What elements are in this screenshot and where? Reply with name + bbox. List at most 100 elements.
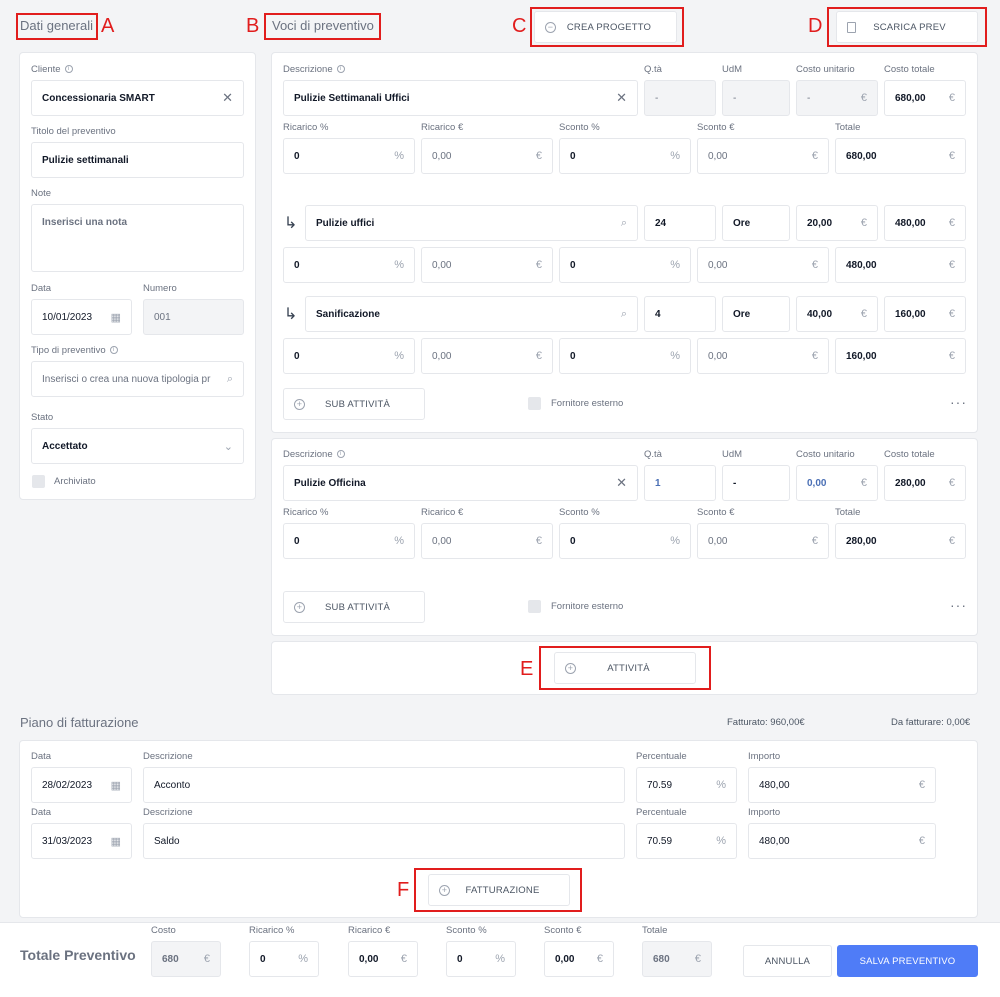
fornitore-esterno-checkbox[interactable]: [528, 397, 541, 410]
calendar-icon[interactable]: ▦: [111, 311, 121, 324]
close-icon[interactable]: ✕: [616, 90, 627, 106]
sub-sconto-pct-field[interactable]: 0%: [559, 247, 691, 283]
stato-select[interactable]: Accettato ⌄: [31, 428, 244, 464]
descrizione-field[interactable]: Pulizie Settimanali Uffici ✕: [283, 80, 638, 116]
footer-ricarico-eur-field[interactable]: 0,00 €: [348, 941, 418, 977]
search-icon: ⌕: [226, 372, 233, 385]
udm-field[interactable]: -: [722, 465, 790, 501]
footer-costo-label: Costo: [151, 925, 176, 936]
sub-descrizione-field[interactable]: Pulizie uffici ⌕: [305, 205, 638, 241]
totale-field[interactable]: 280,00 €: [835, 523, 966, 559]
costo-totale-label: Costo totale: [884, 64, 935, 75]
ricarico-eur-field[interactable]: 0,00 €: [421, 138, 553, 174]
costo-totale-label: Costo totale: [884, 449, 935, 460]
billing-percentuale-field[interactable]: 70.59%: [636, 823, 737, 859]
note-textarea[interactable]: Inserisci una nota: [31, 204, 244, 272]
note-label: Note: [31, 188, 52, 199]
annulla-button[interactable]: ANNULLA: [743, 945, 832, 977]
sub-costo-totale-field[interactable]: 160,00 €: [884, 296, 966, 332]
sub-totale-field[interactable]: 480,00 €: [835, 247, 966, 283]
footer-sconto-eur-field[interactable]: 0,00 €: [544, 941, 614, 977]
sconto-pct-field[interactable]: 0%: [559, 138, 691, 174]
annotation-letter-b: B: [246, 15, 260, 37]
fornitore-esterno-checkbox[interactable]: [528, 600, 541, 613]
archiviato-checkbox[interactable]: [32, 475, 45, 488]
data-field[interactable]: 10/01/2023 ▦: [31, 299, 132, 335]
sub-qta-field[interactable]: 4: [644, 296, 716, 332]
sub-totale-field[interactable]: 160,00 €: [835, 338, 966, 374]
totale-label: Totale: [835, 122, 861, 133]
more-icon[interactable]: ···: [950, 394, 967, 410]
billing-importo-label: Importo: [748, 751, 781, 762]
sub-costo-totale-field[interactable]: 480,00 €: [884, 205, 966, 241]
descrizione-label: Descrizione i: [283, 64, 345, 75]
annotation-letter-d: D: [808, 15, 823, 37]
descrizione-field[interactable]: Pulizie Officina ✕: [283, 465, 638, 501]
billing-descrizione-field[interactable]: Saldo: [143, 823, 625, 859]
sub-attivita-button[interactable]: + SUB ATTIVITÀ: [283, 591, 425, 623]
sub-ricarico-eur-field[interactable]: 0,00 €: [421, 338, 553, 374]
ricarico-eur-label: Ricarico €: [421, 122, 464, 133]
sub-arrow-icon: ↳: [284, 215, 298, 232]
footer-sconto-eur-label: Sconto €: [544, 925, 582, 936]
billing-importo-label: Importo: [748, 807, 781, 818]
close-icon[interactable]: ✕: [222, 90, 233, 106]
annotation-box-d: [827, 7, 987, 47]
footer-sconto-pct-field[interactable]: 0%: [446, 941, 516, 977]
billing-data-field[interactable]: 31/03/2023 ▦: [31, 823, 132, 859]
close-icon[interactable]: ✕: [616, 475, 627, 491]
billing-data-label: Data: [31, 807, 52, 818]
sconto-eur-field[interactable]: 0,00 €: [697, 523, 829, 559]
annotation-letter-c: C: [512, 15, 527, 37]
numero-field: 001: [143, 299, 244, 335]
ricarico-pct-field[interactable]: 0%: [283, 523, 415, 559]
cliente-field[interactable]: Concessionaria SMART ✕: [31, 80, 244, 116]
data-label: Data: [31, 283, 52, 294]
sub-ricarico-pct-field[interactable]: 0%: [283, 338, 415, 374]
sub-sconto-eur-field[interactable]: 0,00 €: [697, 338, 829, 374]
costo-unitario-field[interactable]: 0,00 €: [796, 465, 878, 501]
billing-percentuale-label: Percentuale: [636, 807, 687, 818]
billing-percentuale-field[interactable]: 70.59%: [636, 767, 737, 803]
sconto-eur-field[interactable]: 0,00 €: [697, 138, 829, 174]
annotation-letter-f: F: [397, 879, 410, 901]
sub-sconto-pct-field[interactable]: 0%: [559, 338, 691, 374]
ricarico-pct-label: Ricarico %: [283, 507, 329, 518]
sub-attivita-button[interactable]: + SUB ATTIVITÀ: [283, 388, 425, 420]
sconto-pct-label: Sconto %: [559, 507, 600, 518]
totale-field[interactable]: 680,00 €: [835, 138, 966, 174]
sub-descrizione-field[interactable]: Sanificazione ⌕: [305, 296, 638, 332]
sub-udm-field[interactable]: Ore: [722, 205, 790, 241]
calendar-icon[interactable]: ▦: [111, 835, 121, 848]
sconto-eur-label: Sconto €: [697, 122, 735, 133]
tipo-field[interactable]: Inserisci o crea una nuova tipologia pr ⌕: [31, 361, 244, 397]
salva-preventivo-button[interactable]: SALVA PREVENTIVO: [837, 945, 978, 977]
billing-descrizione-field[interactable]: Acconto: [143, 767, 625, 803]
costo-totale-field[interactable]: 280,00 €: [884, 465, 966, 501]
info-icon: i: [109, 346, 118, 355]
sub-sconto-eur-field[interactable]: 0,00 €: [697, 247, 829, 283]
plus-circle-icon: +: [294, 601, 305, 613]
sub-costo-unitario-field[interactable]: 40,00 €: [796, 296, 878, 332]
info-icon: i: [64, 65, 73, 74]
sub-ricarico-eur-field[interactable]: 0,00 €: [421, 247, 553, 283]
costo-totale-field[interactable]: 680,00 €: [884, 80, 966, 116]
sub-qta-field[interactable]: 24: [644, 205, 716, 241]
da-fatturare-text: Da fatturare: 0,00€: [891, 717, 971, 728]
billing-importo-field[interactable]: 480,00 €: [748, 767, 936, 803]
footer-totale-field: 680 €: [642, 941, 712, 977]
calendar-icon[interactable]: ▦: [111, 779, 121, 792]
footer-ricarico-pct-field[interactable]: 0%: [249, 941, 319, 977]
costo-unitario-label: Costo unitario: [796, 64, 855, 75]
qta-field[interactable]: 1: [644, 465, 716, 501]
more-icon[interactable]: ···: [950, 597, 967, 613]
ricarico-pct-field[interactable]: 0%: [283, 138, 415, 174]
sub-ricarico-pct-field[interactable]: 0%: [283, 247, 415, 283]
titolo-field[interactable]: Pulizie settimanali: [31, 142, 244, 178]
billing-data-field[interactable]: 28/02/2023 ▦: [31, 767, 132, 803]
sub-udm-field[interactable]: Ore: [722, 296, 790, 332]
ricarico-eur-field[interactable]: 0,00 €: [421, 523, 553, 559]
sub-costo-unitario-field[interactable]: 20,00 €: [796, 205, 878, 241]
billing-importo-field[interactable]: 480,00 €: [748, 823, 936, 859]
sconto-pct-field[interactable]: 0%: [559, 523, 691, 559]
